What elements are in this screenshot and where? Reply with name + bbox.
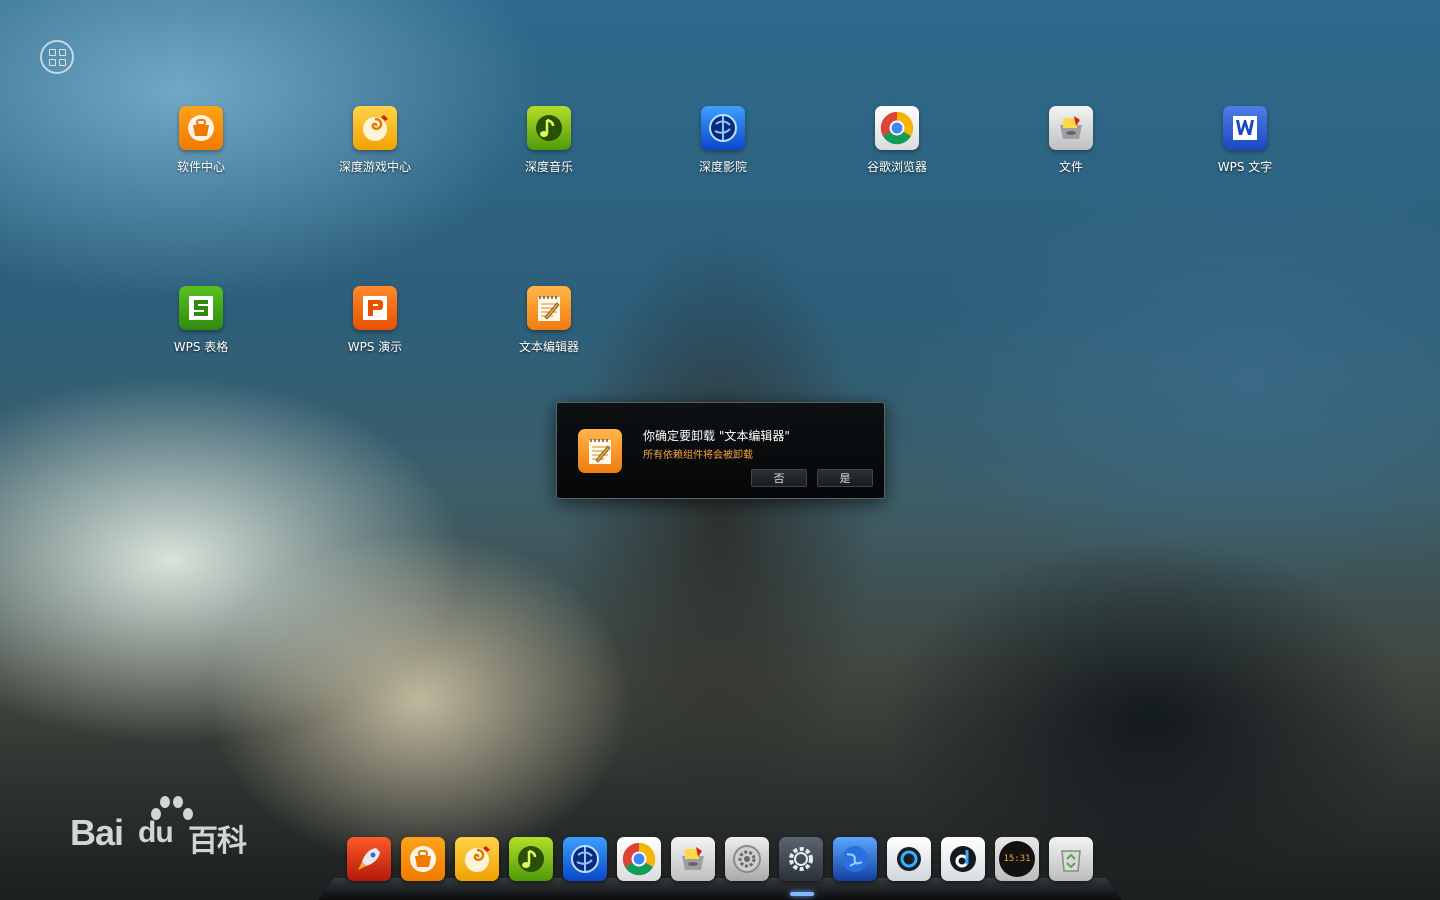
dock-clock-icon[interactable]: 15:31 xyxy=(995,837,1039,881)
app-label: 软件中心 xyxy=(176,160,225,174)
wps-spreadsheet-icon xyxy=(179,286,223,330)
text-editor-icon xyxy=(578,429,622,473)
dock-game-center-icon[interactable] xyxy=(455,837,499,881)
dock-settings-gear-icon[interactable] xyxy=(779,837,823,881)
text-editor-icon xyxy=(527,286,571,330)
app-game-center[interactable]: 深度游戏中心 xyxy=(315,106,435,175)
dock-shelf xyxy=(318,878,1122,900)
app-label: WPS 演示 xyxy=(347,340,403,354)
movie-icon xyxy=(701,106,745,150)
dock-file-manager-icon[interactable] xyxy=(671,837,715,881)
dock-chrome-icon[interactable] xyxy=(617,837,661,881)
dock-media-ring-icon[interactable] xyxy=(887,837,931,881)
uninstall-dialog: 你确定要卸载 "文本编辑器" 所有依赖组件将会被卸载 否 是 xyxy=(556,402,885,499)
file-manager-icon xyxy=(1049,106,1093,150)
music-icon xyxy=(527,106,571,150)
wps-writer-icon xyxy=(1223,106,1267,150)
app-wps-spreadsheet[interactable]: WPS 表格 xyxy=(141,286,261,355)
no-button[interactable]: 否 xyxy=(751,469,807,487)
app-label: 深度影院 xyxy=(698,160,747,174)
baidu-baike-watermark: Bai du 百科 xyxy=(70,794,260,858)
chrome-icon xyxy=(875,106,919,150)
dialog-subtitle: 所有依赖组件将会被卸载 xyxy=(643,450,753,461)
app-label: 深度音乐 xyxy=(524,160,573,174)
app-files[interactable]: 文件 xyxy=(1011,106,1131,175)
baidu-du-text: du xyxy=(138,816,174,849)
dock-movie-icon[interactable] xyxy=(563,837,607,881)
app-movie[interactable]: 深度影院 xyxy=(663,106,783,175)
dialog-title: 你确定要卸载 "文本编辑器" xyxy=(643,429,790,443)
dock-active-indicator xyxy=(790,892,814,896)
app-text-editor[interactable]: 文本编辑器 xyxy=(489,286,609,355)
app-label: WPS 表格 xyxy=(173,340,229,354)
baidu-latin-text: Bai xyxy=(70,812,124,853)
app-chrome[interactable]: 谷歌浏览器 xyxy=(837,106,957,175)
dock-browser-globe-icon[interactable] xyxy=(833,837,877,881)
software-center-icon xyxy=(179,106,223,150)
app-wps-writer[interactable]: WPS 文字 xyxy=(1185,106,1305,175)
app-wps-presentation[interactable]: WPS 演示 xyxy=(315,286,435,355)
dock-launcher-rocket-icon[interactable] xyxy=(347,837,391,881)
dock-clock-time: 15:31 xyxy=(1003,854,1031,864)
app-software-center[interactable]: 软件中心 xyxy=(141,106,261,175)
app-label: WPS 文字 xyxy=(1217,160,1273,174)
app-music[interactable]: 深度音乐 xyxy=(489,106,609,175)
baidu-baike-text: 百科 xyxy=(188,825,247,858)
dock-deepin-d-icon[interactable] xyxy=(941,837,985,881)
yes-button[interactable]: 是 xyxy=(817,469,873,487)
dock-software-center-icon[interactable] xyxy=(401,837,445,881)
game-center-icon xyxy=(353,106,397,150)
app-label: 文件 xyxy=(1058,160,1083,174)
app-label: 文本编辑器 xyxy=(518,340,579,354)
wps-presentation-icon xyxy=(353,286,397,330)
app-grid-toggle-icon[interactable] xyxy=(40,40,74,74)
app-label: 深度游戏中心 xyxy=(338,160,411,174)
dock-system-settings-icon[interactable] xyxy=(725,837,769,881)
app-label: 谷歌浏览器 xyxy=(866,160,927,174)
dock-trash-icon[interactable] xyxy=(1049,837,1093,881)
dock-music-icon[interactable] xyxy=(509,837,553,881)
